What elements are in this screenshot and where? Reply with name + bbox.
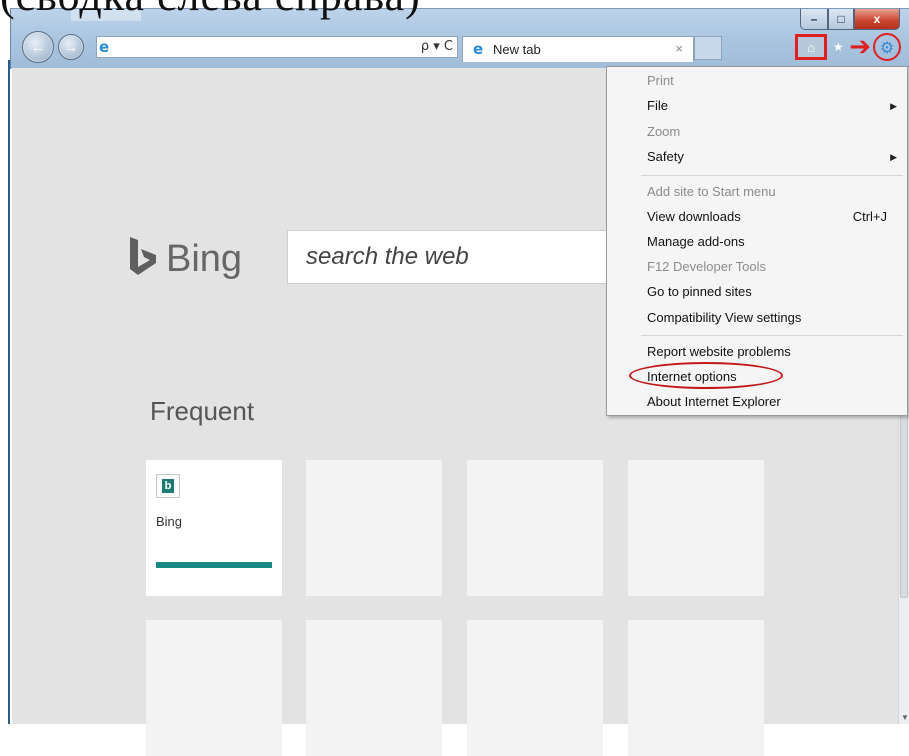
ie-tab-icon: e [473,40,484,58]
toolbar-icons: ⌂ ★ ➔ ⚙ [795,33,901,61]
frequent-tile-bing[interactable]: b Bing [146,460,282,596]
scroll-thumb[interactable] [900,398,908,598]
search-input[interactable]: search the web [287,230,617,284]
submenu-arrow-icon: ▶ [890,152,897,162]
forward-button[interactable]: → [58,34,84,60]
menu-item-about-ie[interactable]: About Internet Explorer [647,394,781,409]
frequent-heading: Frequent [150,396,255,426]
bing-b-icon [130,237,156,275]
ie-page-icon: e [99,38,110,56]
search-refresh-controls[interactable]: ρ ▾ C [421,39,453,54]
frequent-tile-empty[interactable] [146,620,282,756]
star-icon[interactable]: ★ [829,40,847,54]
tab-close-button[interactable]: × [675,41,683,56]
menu-item-manage-add-ons[interactable]: Manage add-ons [647,234,745,249]
menu-item-developer-tools[interactable]: F12 Developer Tools [647,259,766,274]
menu-item-add-site-to-start[interactable]: Add site to Start menu [647,184,776,199]
menu-item-file[interactable]: File [647,98,668,113]
menu-item-report-problems[interactable]: Report website problems [647,344,791,359]
menu-separator [641,175,903,176]
menu-shortcut-view-downloads: Ctrl+J [852,209,887,224]
menu-item-print[interactable]: Print [647,73,674,88]
home-icon[interactable]: ⌂ [795,34,828,60]
submenu-arrow-icon: ▶ [890,101,897,111]
tile-accent-bar [156,562,272,568]
menu-separator [641,335,903,336]
frequent-tile-empty[interactable] [306,620,442,756]
tab-title: New tab [493,42,541,57]
frequent-tile-empty[interactable] [467,460,603,596]
bing-logo: Bing [128,237,242,281]
annotation-arrow-icon: ➔ [849,32,871,62]
annotation-highlight-ellipse [629,362,783,389]
menu-item-compatibility-view[interactable]: Compatibility View settings [647,310,801,325]
menu-item-zoom[interactable]: Zoom [647,124,680,139]
menu-item-safety[interactable]: Safety [647,149,684,164]
scroll-down-icon[interactable]: ▼ [901,713,909,722]
frequent-tile-empty[interactable] [467,620,603,756]
frequent-tile-empty[interactable] [628,460,764,596]
back-arrow-icon: ← [31,39,45,55]
bing-wordmark: Bing [166,237,243,280]
window-controls: – □ x [800,9,900,31]
menu-item-pinned-sites[interactable]: Go to pinned sites [647,284,752,299]
menu-item-view-downloads[interactable]: View downloads [647,209,741,224]
tools-menu: Print File ▶ Zoom Safety ▶ Add site to S… [606,66,908,416]
bing-favicon-icon: b [156,474,180,498]
back-button[interactable]: ← [22,31,54,63]
forward-arrow-icon: → [64,39,78,55]
search-placeholder: search the web [306,243,469,270]
gear-icon[interactable]: ⚙ [873,33,901,61]
close-button[interactable]: x [854,9,900,30]
address-bar[interactable]: e ρ ▾ C [96,36,458,58]
tab-new-tab[interactable]: e New tab × [462,36,694,62]
frequent-tile-empty[interactable] [306,460,442,596]
window-left-border [0,0,10,724]
new-tab-button[interactable] [694,36,722,60]
maximize-button[interactable]: □ [828,9,854,30]
frequent-tile-empty[interactable] [628,620,764,756]
tile-label: Bing [156,514,183,529]
page-caption: (сводка слева справа) [0,0,421,21]
minimize-button[interactable]: – [800,9,828,30]
